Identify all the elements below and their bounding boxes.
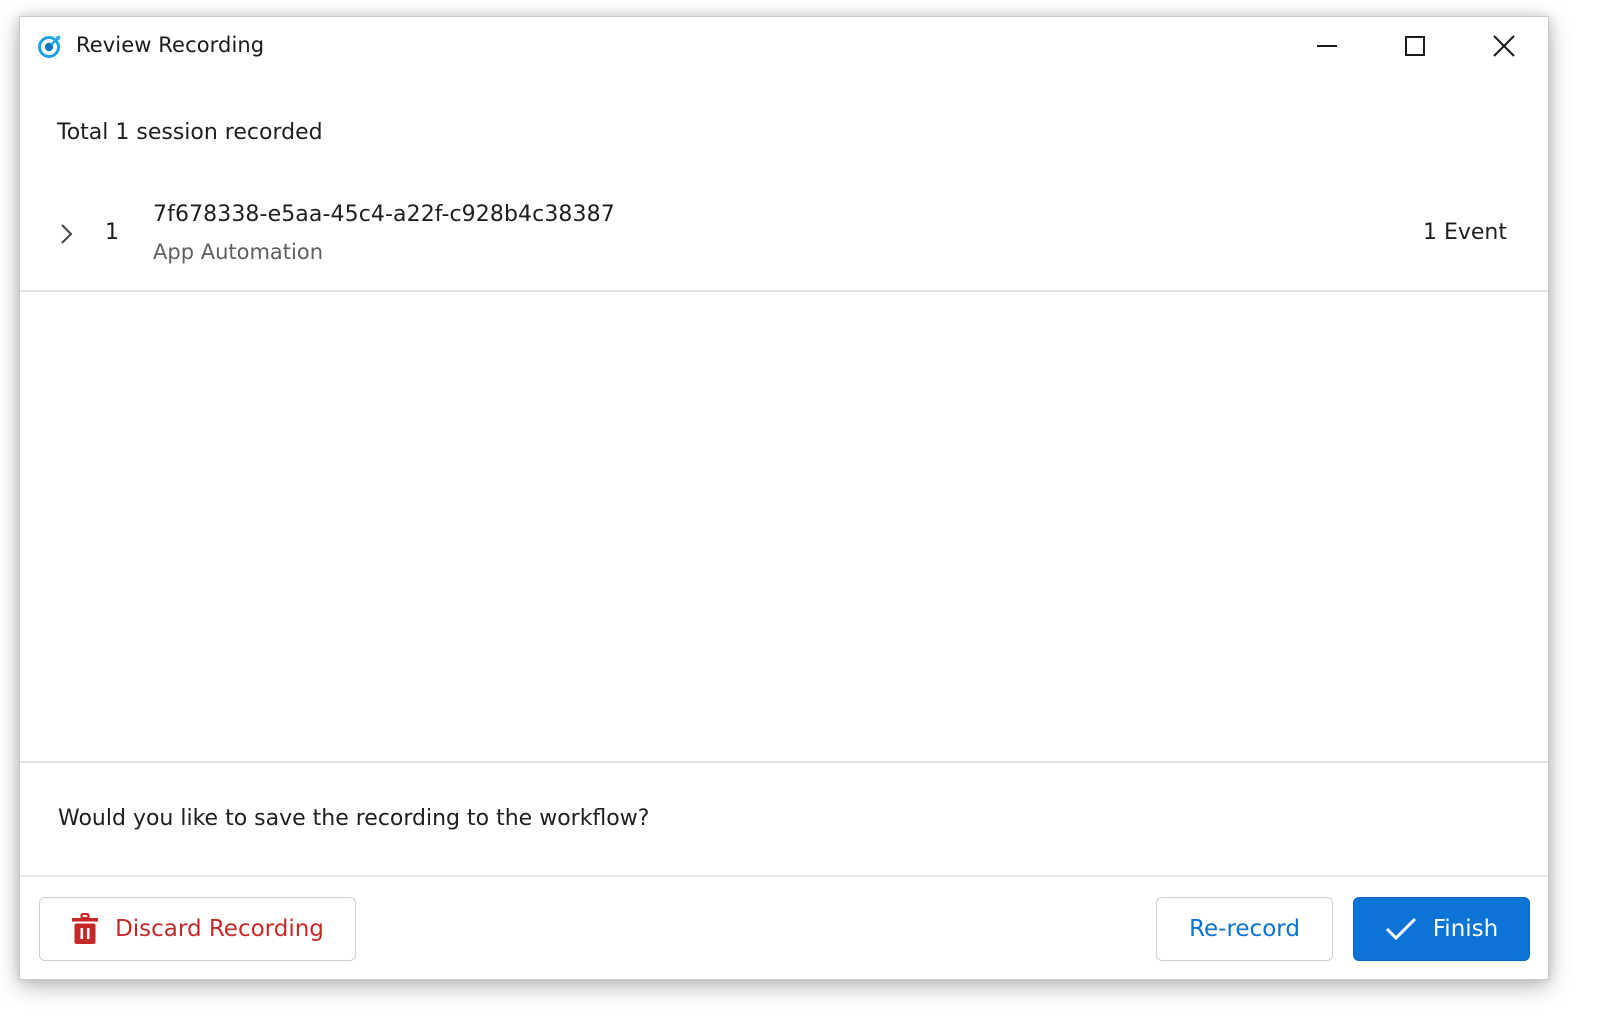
session-event-count: 1 Event <box>1422 220 1507 245</box>
session-type: App Automation <box>153 240 324 264</box>
session-summary: Total 1 session recorded <box>57 120 323 145</box>
checkmark-icon <box>1385 917 1416 941</box>
chevron-right-icon[interactable] <box>54 222 78 246</box>
footer-divider <box>20 875 1548 877</box>
re-record-button[interactable]: Re-record <box>1156 897 1333 961</box>
title-bar: Review Recording <box>20 17 1548 77</box>
session-id: 7f678338-e5aa-45c4-a22f-c928b4c38387 <box>153 202 615 227</box>
maximize-button[interactable] <box>1393 29 1437 63</box>
review-recording-dialog: Review Recording Total 1 session recorde… <box>19 16 1549 980</box>
session-index: 1 <box>105 220 119 245</box>
finish-button[interactable]: Finish <box>1353 897 1530 961</box>
discard-recording-label: Discard Recording <box>115 916 324 942</box>
discard-recording-button[interactable]: Discard Recording <box>39 897 356 961</box>
trash-icon <box>72 913 99 944</box>
session-row[interactable]: 1 7f678338-e5aa-45c4-a22f-c928b4c38387 A… <box>20 192 1548 292</box>
minimize-icon <box>1317 45 1337 47</box>
target-record-icon <box>38 35 61 58</box>
window-title: Review Recording <box>76 33 265 57</box>
maximize-icon <box>1405 36 1425 56</box>
save-prompt: Would you like to save the recording to … <box>58 806 650 831</box>
close-button[interactable] <box>1482 29 1526 63</box>
finish-label: Finish <box>1432 916 1499 942</box>
re-record-label: Re-record <box>1189 916 1300 942</box>
content-divider <box>20 761 1548 763</box>
minimize-button[interactable] <box>1305 29 1349 63</box>
screen: Review Recording Total 1 session recorde… <box>0 0 1600 1025</box>
close-icon <box>1493 35 1515 57</box>
